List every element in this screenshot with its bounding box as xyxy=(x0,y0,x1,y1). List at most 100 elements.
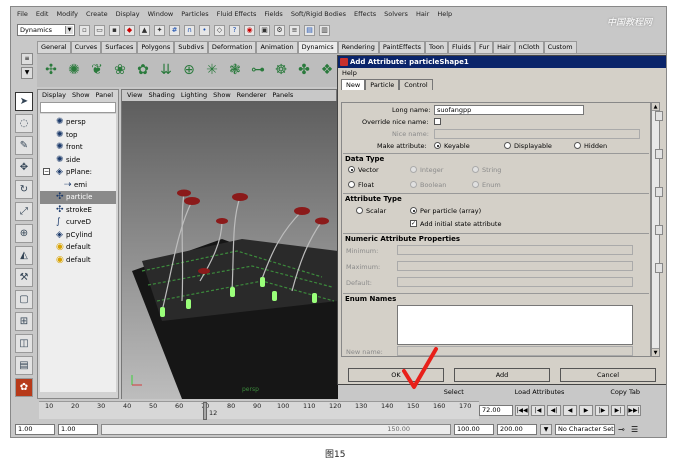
auto-key-icon[interactable]: ⊸ xyxy=(618,424,628,435)
step-forward-key-icon[interactable]: ▶| xyxy=(611,404,625,416)
shelf-menu-icon[interactable]: ≡ xyxy=(21,53,33,65)
lasso-tool-icon[interactable]: ◌ xyxy=(15,114,33,133)
go-to-start-icon[interactable]: |◀◀ xyxy=(515,404,529,416)
scalar-radio[interactable] xyxy=(356,207,363,214)
tab-control[interactable]: Control xyxy=(399,79,433,90)
initial-state-checkbox[interactable]: ✓ xyxy=(410,220,417,227)
menuset-dropdown[interactable]: Dynamics ▼ xyxy=(17,24,75,36)
menu-edit[interactable]: Edit xyxy=(36,10,49,18)
collapse-arrow-icon[interactable] xyxy=(655,149,663,159)
snap-point-icon[interactable]: • xyxy=(199,24,210,36)
animation-start-field[interactable]: 1.00 xyxy=(15,423,55,435)
tab-particle[interactable]: Particle xyxy=(365,79,400,90)
outliner-item[interactable]: ⇢ emi xyxy=(40,179,116,192)
rigid-body-icon[interactable]: ❖ xyxy=(317,60,337,80)
playback-end-field[interactable]: 100.00 xyxy=(454,423,494,435)
uniform-field-icon[interactable]: ⊶ xyxy=(248,60,268,80)
move-tool-icon[interactable]: ✥ xyxy=(15,158,33,177)
load-attributes-button[interactable]: Load Attributes xyxy=(497,387,583,397)
single-pane-layout-icon[interactable]: ▢ xyxy=(15,290,33,309)
add-button[interactable]: Add xyxy=(454,368,550,382)
play-forwards-icon[interactable]: ▶ xyxy=(579,404,593,416)
viewport-menu-view[interactable]: View xyxy=(127,90,142,101)
viewport-menu-lighting[interactable]: Lighting xyxy=(181,90,207,101)
snap-grid-icon[interactable]: # xyxy=(169,24,180,36)
menu-fluid-effects[interactable]: Fluid Effects xyxy=(217,10,257,18)
viewport-menu-show[interactable]: Show xyxy=(213,90,231,101)
shelf-tab-deformation[interactable]: Deformation xyxy=(207,41,257,53)
current-time-marker[interactable] xyxy=(203,402,207,420)
shelf-tab-surfaces[interactable]: Surfaces xyxy=(101,41,138,53)
shelf-tab-subdivs[interactable]: Subdivs xyxy=(174,41,208,53)
menu-particles[interactable]: Particles xyxy=(181,10,208,18)
hidden-radio[interactable] xyxy=(574,142,581,149)
shelf-tab-painteffects[interactable]: PaintEffects xyxy=(378,41,426,53)
play-backwards-icon[interactable]: ◀ xyxy=(563,404,577,416)
shelf-tab-ncloth[interactable]: nCloth xyxy=(514,41,544,53)
scale-tool-icon[interactable]: ⤢ xyxy=(15,202,33,221)
snap-curve-icon[interactable]: ∩ xyxy=(184,24,195,36)
keyable-radio[interactable] xyxy=(434,142,441,149)
menu-modify[interactable]: Modify xyxy=(56,10,78,18)
step-back-frame-icon[interactable]: ◀| xyxy=(547,404,561,416)
emit-from-object-icon[interactable]: ❦ xyxy=(87,60,107,80)
outliner-item[interactable]: ∫ curveD xyxy=(40,216,116,229)
displayable-radio[interactable] xyxy=(504,142,511,149)
rotate-tool-icon[interactable]: ↻ xyxy=(15,180,33,199)
perspective-viewport[interactable]: View Shading Lighting Show Renderer Pane… xyxy=(121,89,338,399)
two-pane-layout-icon[interactable]: ◫ xyxy=(15,334,33,353)
outliner-item[interactable]: − ◈ pPlane: xyxy=(40,166,116,179)
current-frame-field[interactable]: 72.00 xyxy=(479,404,513,416)
shelf-tab-fluids[interactable]: Fluids xyxy=(447,41,475,53)
drag-field-icon[interactable]: ✿ xyxy=(133,60,153,80)
outliner-item[interactable]: ✺ top xyxy=(40,129,116,142)
shelf-tab-dynamics[interactable]: Dynamics xyxy=(297,41,338,53)
animation-end-field[interactable]: 200.00 xyxy=(497,423,537,435)
cancel-button[interactable]: Cancel xyxy=(560,368,656,382)
shelf-tab-rendering[interactable]: Rendering xyxy=(337,41,379,53)
collapse-arrow-icon[interactable] xyxy=(655,263,663,273)
menu-create[interactable]: Create xyxy=(86,10,108,18)
outliner-menu-display[interactable]: Display xyxy=(42,90,66,101)
snap-view-icon[interactable]: ◇ xyxy=(214,24,225,36)
menu-fields[interactable]: Fields xyxy=(264,10,282,18)
dialog-menu-help[interactable]: Help xyxy=(342,69,357,77)
outliner-item-selected[interactable]: ✣ particle xyxy=(40,191,116,204)
menu-effects[interactable]: Effects xyxy=(354,10,376,18)
character-set-field[interactable]: No Character Set xyxy=(555,423,615,435)
playback-start-field[interactable]: 1.00 xyxy=(58,423,98,435)
viewport-menu-panels[interactable]: Panels xyxy=(272,90,293,101)
shelf-tab-fur[interactable]: Fur xyxy=(474,41,494,53)
outliner-filter-input[interactable] xyxy=(40,102,116,113)
shelf-tab-animation[interactable]: Animation xyxy=(256,41,298,53)
select-object-icon[interactable]: ▲ xyxy=(139,24,150,36)
outliner-item[interactable]: ◈ pCylind xyxy=(40,229,116,242)
select-tool-icon[interactable]: ➤ xyxy=(15,92,33,111)
outliner-item[interactable]: ✺ side xyxy=(40,154,116,167)
float-radio[interactable] xyxy=(348,181,355,188)
outliner-item[interactable]: ◉ default xyxy=(40,241,116,254)
select-component-icon[interactable]: ✦ xyxy=(154,24,165,36)
menu-help[interactable]: Help xyxy=(437,10,452,18)
paint-select-tool-icon[interactable]: ✎ xyxy=(15,136,33,155)
menu-soft-rigid-bodies[interactable]: Soft/Rigid Bodies xyxy=(291,10,346,18)
manipulator-tool-icon[interactable]: ⊕ xyxy=(15,224,33,243)
shelf-options-icon[interactable]: ▼ xyxy=(21,67,33,79)
go-to-end-icon[interactable]: ▶▶| xyxy=(627,404,641,416)
render-icon[interactable]: ◉ xyxy=(244,24,255,36)
input-line-icon[interactable]: ≡ xyxy=(289,24,300,36)
turbulence-field-icon[interactable]: ❃ xyxy=(225,60,245,80)
menu-display[interactable]: Display xyxy=(116,10,140,18)
soft-mod-tool-icon[interactable]: ◭ xyxy=(15,246,33,265)
override-nice-name-checkbox[interactable] xyxy=(434,118,441,125)
open-scene-icon[interactable]: ▭ xyxy=(94,24,105,36)
outliner-menu-panel[interactable]: Panel xyxy=(96,90,114,101)
menu-solvers[interactable]: Solvers xyxy=(384,10,408,18)
select-hierarchy-icon[interactable]: ◆ xyxy=(124,24,135,36)
channel-box-toggle-icon[interactable]: ▤ xyxy=(304,24,315,36)
shelf-tab-custom[interactable]: Custom xyxy=(543,41,577,53)
step-forward-frame-icon[interactable]: |▶ xyxy=(595,404,609,416)
render-layout-icon[interactable]: ✿ xyxy=(15,378,33,397)
outliner-layout-icon[interactable]: ▤ xyxy=(15,356,33,375)
collapse-arrow-icon[interactable] xyxy=(655,187,663,197)
